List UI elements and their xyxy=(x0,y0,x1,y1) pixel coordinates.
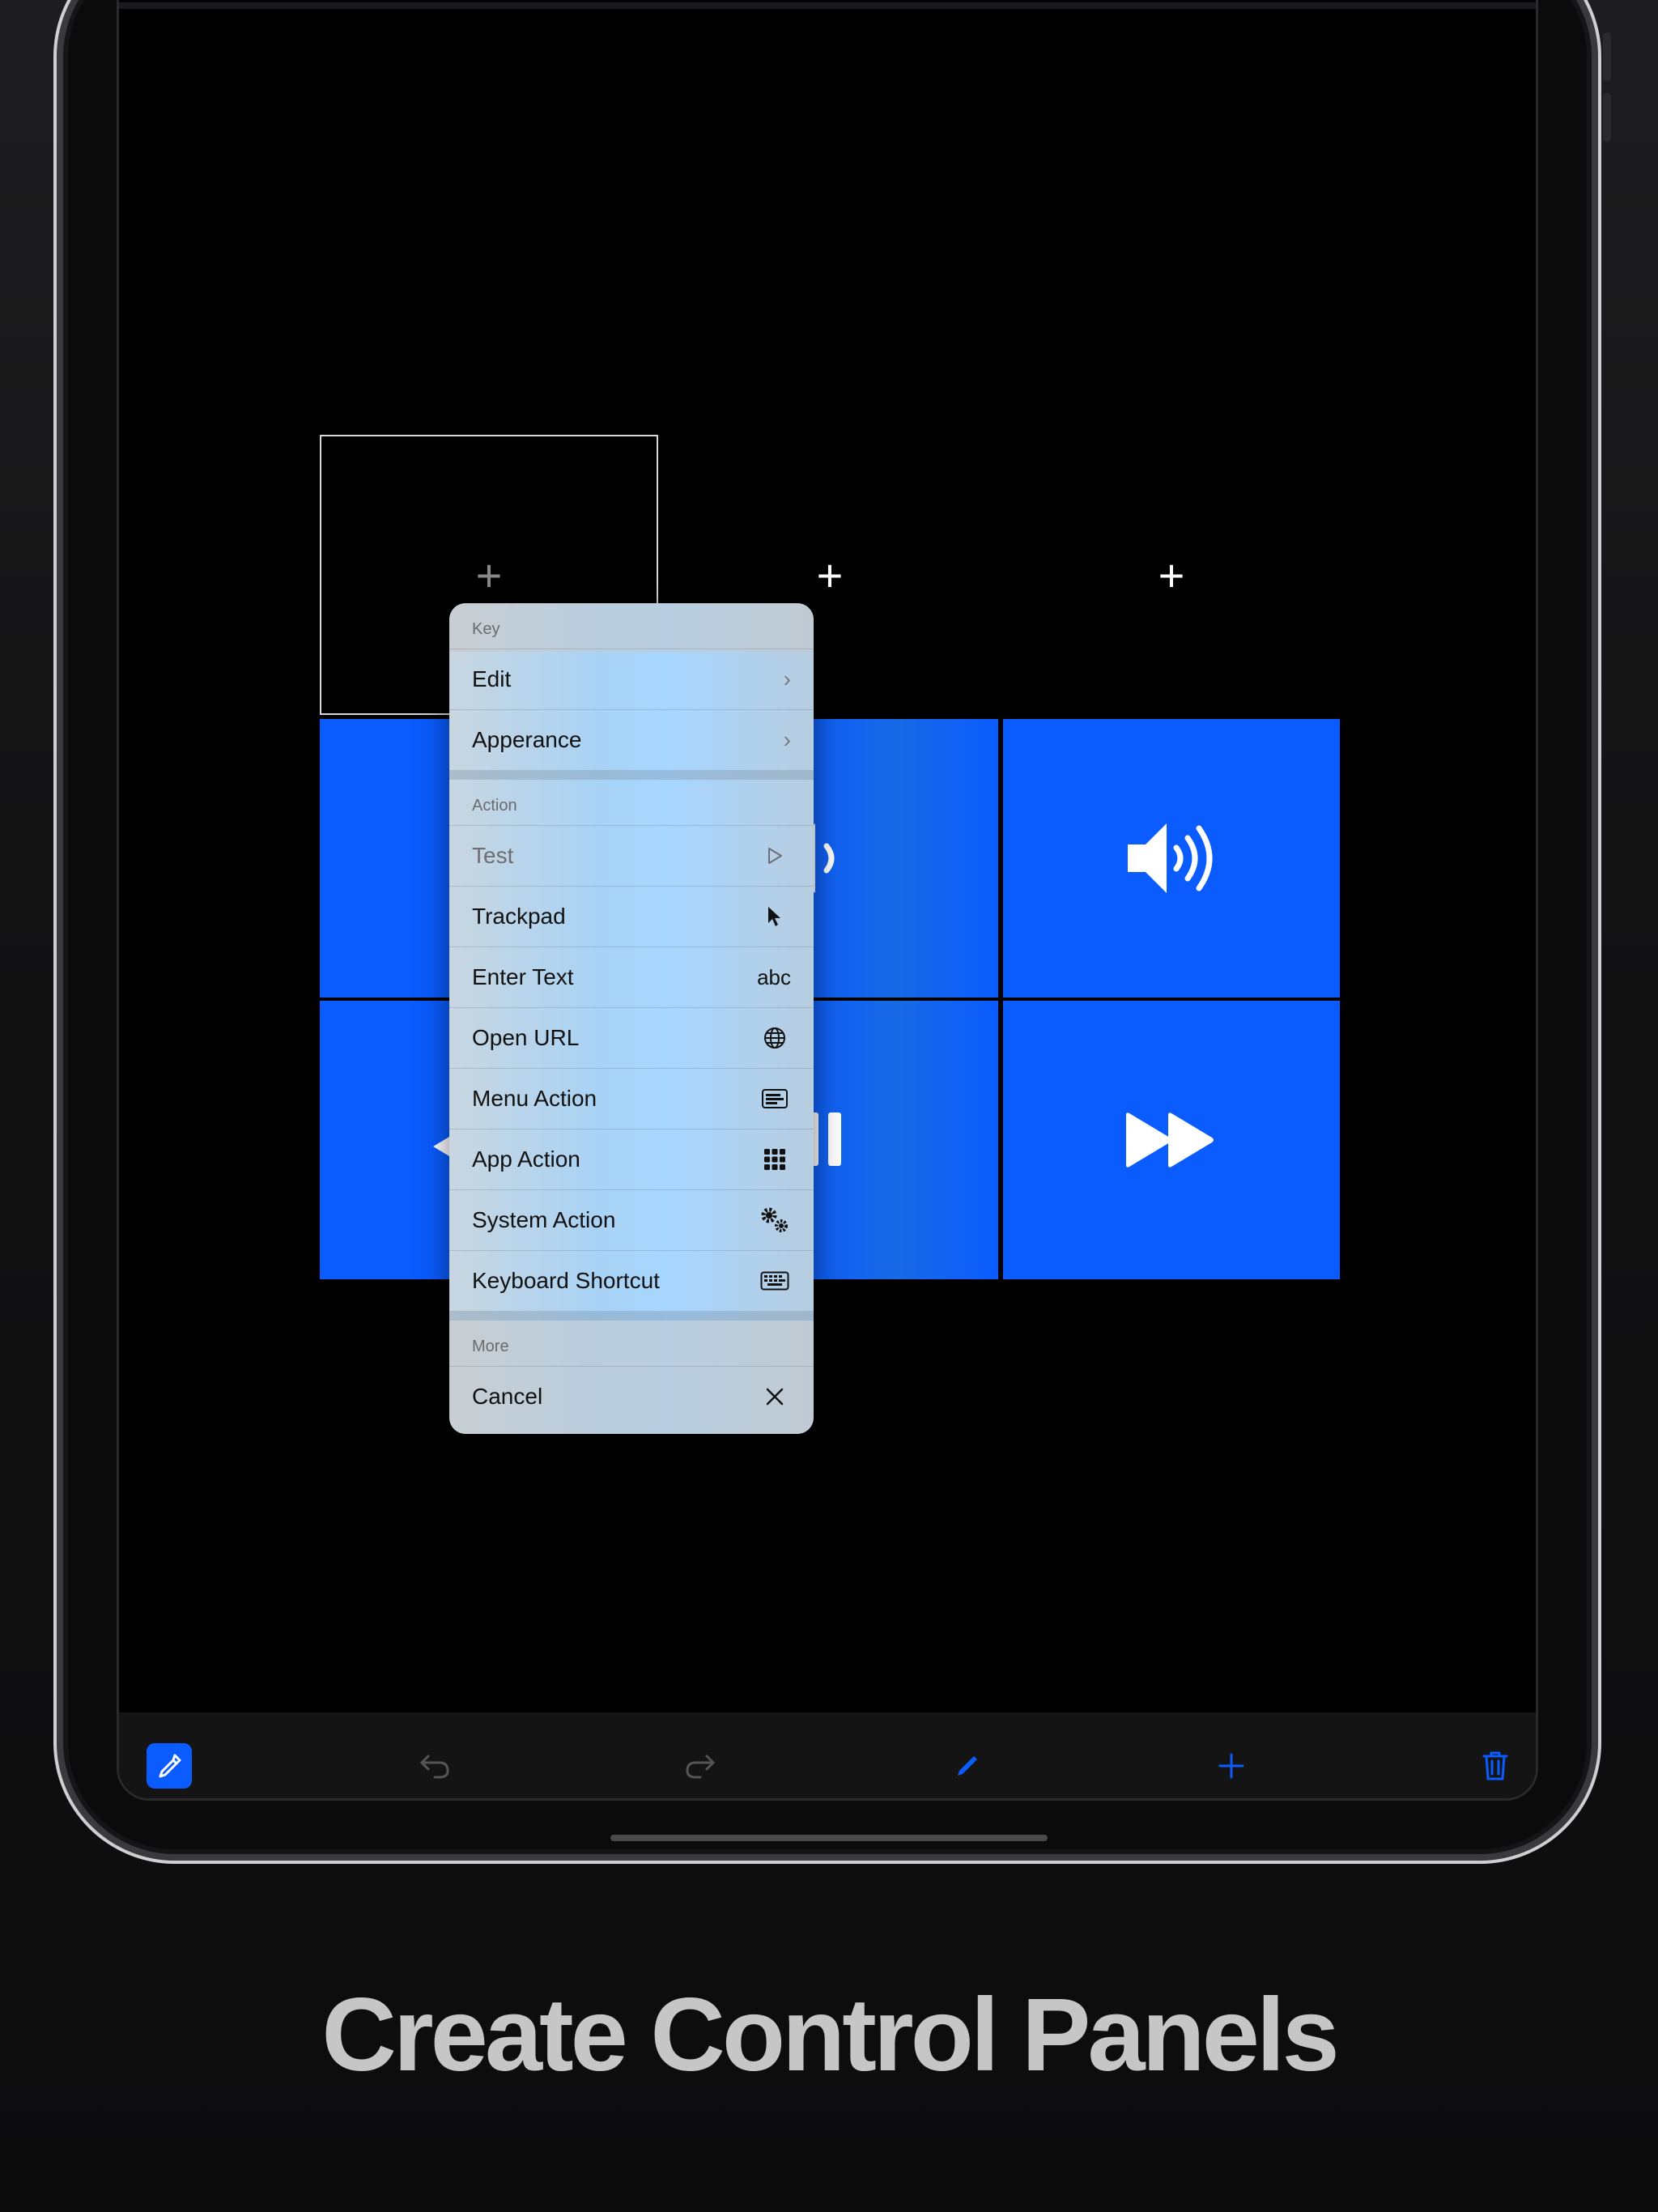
screen: + + + xyxy=(117,0,1538,1801)
section-header-more: More xyxy=(472,1338,509,1355)
marketing-caption: Create Control Panels xyxy=(321,1977,1339,2093)
menu-item-label: Enter Text xyxy=(472,964,574,989)
menu-item-label: Apperance xyxy=(472,727,582,752)
undo-button[interactable] xyxy=(412,1743,457,1789)
volume-up-key[interactable] xyxy=(1003,719,1340,998)
menu-item-system-action[interactable]: System Action xyxy=(449,1189,814,1250)
top-bar xyxy=(119,2,1536,9)
menu-item-trackpad[interactable]: Trackpad xyxy=(449,886,814,946)
delete-button[interactable] xyxy=(1473,1743,1518,1789)
redo-icon xyxy=(686,1755,716,1779)
home-indicator xyxy=(610,1835,1048,1841)
menu-item-appearance[interactable]: Apperance › xyxy=(449,709,814,770)
volume-up-icon xyxy=(1128,823,1213,893)
redo-button[interactable] xyxy=(678,1743,723,1789)
menu-item-label: Trackpad xyxy=(472,904,566,929)
grid-icon xyxy=(759,1143,791,1176)
gears-icon xyxy=(759,1204,791,1236)
pencil-icon xyxy=(958,1756,977,1776)
menu-item-label: Keyboard Shortcut xyxy=(472,1268,660,1293)
menu-item-edit[interactable]: Edit › xyxy=(449,649,814,709)
fast-forward-icon xyxy=(1126,1112,1214,1168)
menu-item-cancel[interactable]: Cancel xyxy=(449,1366,814,1427)
globe-icon xyxy=(759,1022,791,1054)
menu-item-open-url[interactable]: Open URL xyxy=(449,1007,814,1068)
menu-card-icon xyxy=(759,1083,791,1115)
plus-icon xyxy=(1218,1753,1244,1779)
menu-item-enter-text[interactable]: Enter Text abc xyxy=(449,946,814,1007)
chevron-right-icon: › xyxy=(783,666,791,691)
keyboard-icon xyxy=(759,1265,791,1297)
play-icon xyxy=(759,840,791,872)
section-separator xyxy=(449,1311,814,1321)
abc-icon: abc xyxy=(757,964,791,989)
pencil-button[interactable] xyxy=(945,1743,990,1789)
close-icon xyxy=(759,1380,791,1413)
menu-item-menu-action[interactable]: Menu Action xyxy=(449,1068,814,1129)
menu-item-app-action[interactable]: App Action xyxy=(449,1129,814,1189)
key-context-menu: Key Edit › Apperance › Action Test Track… xyxy=(449,603,814,1434)
bottom-toolbar xyxy=(119,1712,1536,1798)
cursor-icon xyxy=(759,900,791,933)
section-header-action: Action xyxy=(472,797,517,815)
plus-icon: + xyxy=(475,549,503,601)
trash-icon xyxy=(1482,1751,1508,1780)
fast-forward-key[interactable] xyxy=(1003,1001,1340,1279)
volume-button xyxy=(1603,93,1611,142)
menu-item-test[interactable]: Test xyxy=(449,825,814,886)
chevron-right-icon: › xyxy=(783,727,791,752)
plus-icon: + xyxy=(1158,549,1185,601)
section-header-key: Key xyxy=(472,620,500,638)
plus-icon: + xyxy=(816,549,844,601)
eyedropper-icon xyxy=(159,1754,181,1778)
menu-item-label: Test xyxy=(472,843,514,868)
undo-icon xyxy=(419,1755,449,1779)
add-key-slot[interactable]: + xyxy=(1003,435,1340,715)
eyedropper-button[interactable] xyxy=(147,1743,192,1789)
section-separator xyxy=(449,770,814,780)
menu-item-label: Cancel xyxy=(472,1384,543,1409)
add-button[interactable] xyxy=(1209,1743,1254,1789)
menu-item-label: Edit xyxy=(472,666,512,691)
menu-item-label: Menu Action xyxy=(472,1086,597,1111)
menu-item-label: App Action xyxy=(472,1146,580,1172)
menu-item-keyboard-shortcut[interactable]: Keyboard Shortcut xyxy=(449,1250,814,1311)
volume-button xyxy=(1603,32,1611,81)
menu-item-label: Open URL xyxy=(472,1025,580,1050)
menu-item-label: System Action xyxy=(472,1207,616,1232)
